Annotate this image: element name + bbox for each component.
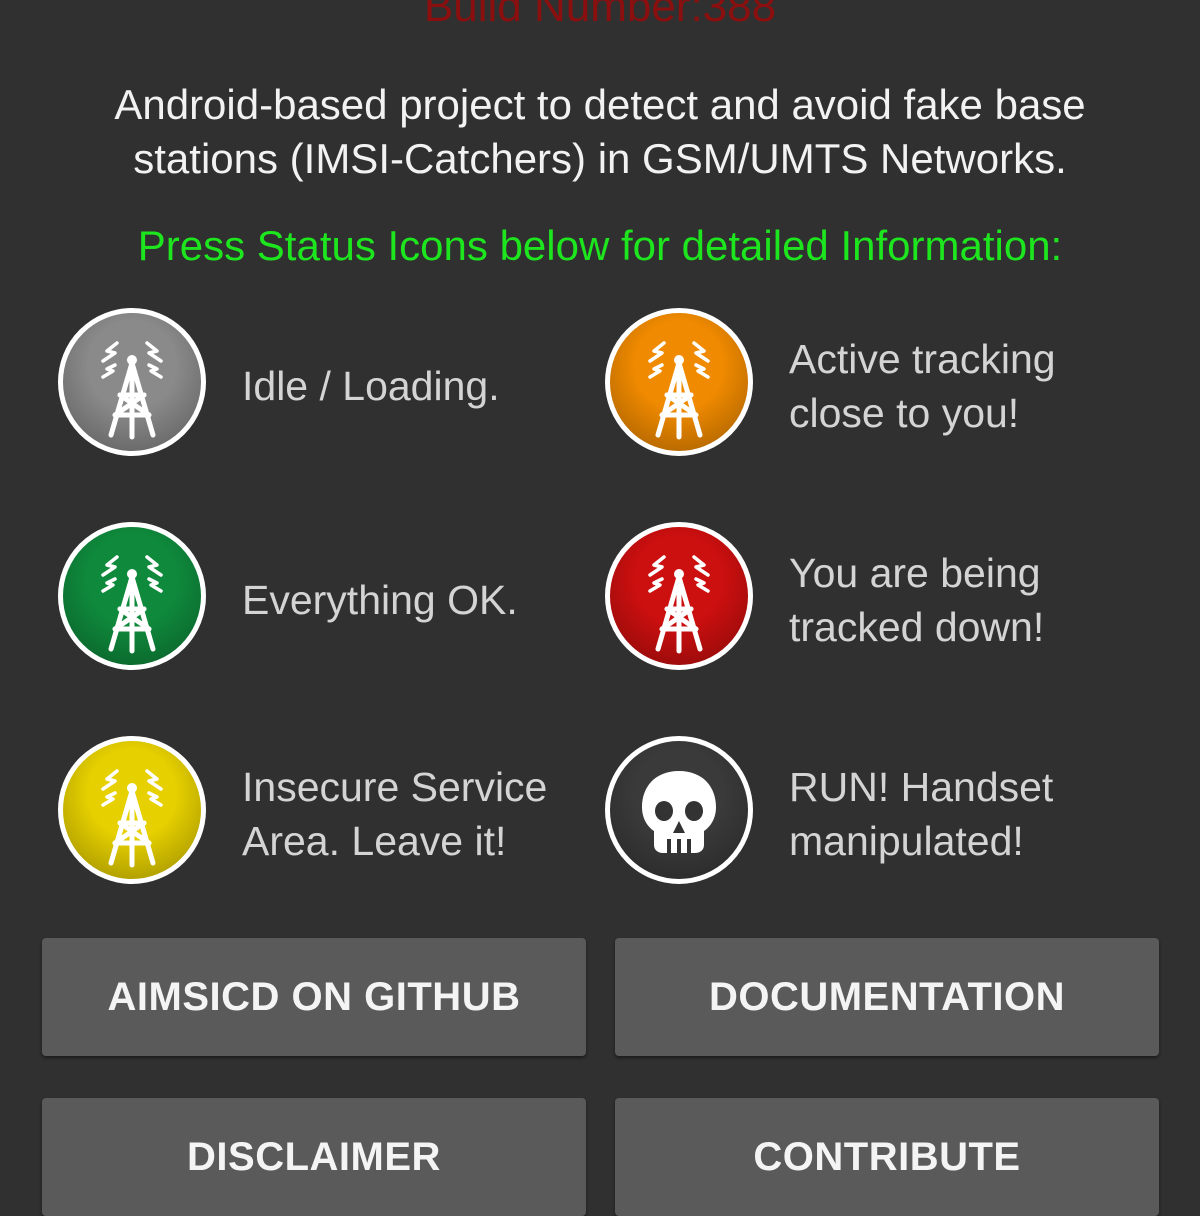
tower-icon[interactable] [58, 736, 206, 884]
status-label: Active tracking close to you! [789, 336, 1056, 436]
disclaimer-button[interactable]: DISCLAIMER [42, 1098, 586, 1216]
status-manipulated[interactable]: RUN! Handset manipulated! [605, 736, 1145, 892]
status-label: Insecure Service Area. Leave it! [242, 764, 548, 864]
status-idle[interactable]: Idle / Loading. [58, 308, 598, 464]
status-label: Everything OK. [242, 577, 518, 623]
status-label: Idle / Loading. [242, 363, 500, 409]
status-label: You are being tracked down! [789, 550, 1045, 650]
contribute-button[interactable]: CONTRIBUTE [615, 1098, 1159, 1216]
tower-icon[interactable] [605, 308, 753, 456]
github-button[interactable]: AIMSICD ON GITHUB [42, 938, 586, 1056]
status-insecure[interactable]: Insecure Service Area. Leave it! [58, 736, 598, 892]
build-number: Build Number:388 [423, 0, 777, 31]
tower-icon[interactable] [58, 522, 206, 670]
tower-icon[interactable] [605, 522, 753, 670]
app-description: Android-based project to detect and avoi… [114, 81, 1086, 182]
tower-icon[interactable] [58, 308, 206, 456]
status-ok[interactable]: Everything OK. [58, 522, 598, 678]
documentation-button[interactable]: DOCUMENTATION [615, 938, 1159, 1056]
status-label: RUN! Handset manipulated! [789, 764, 1054, 864]
status-active-tracking[interactable]: Active tracking close to you! [605, 308, 1145, 464]
skull-icon[interactable] [605, 736, 753, 884]
status-tracked[interactable]: You are being tracked down! [605, 522, 1145, 678]
press-hint: Press Status Icons below for detailed In… [137, 222, 1063, 269]
